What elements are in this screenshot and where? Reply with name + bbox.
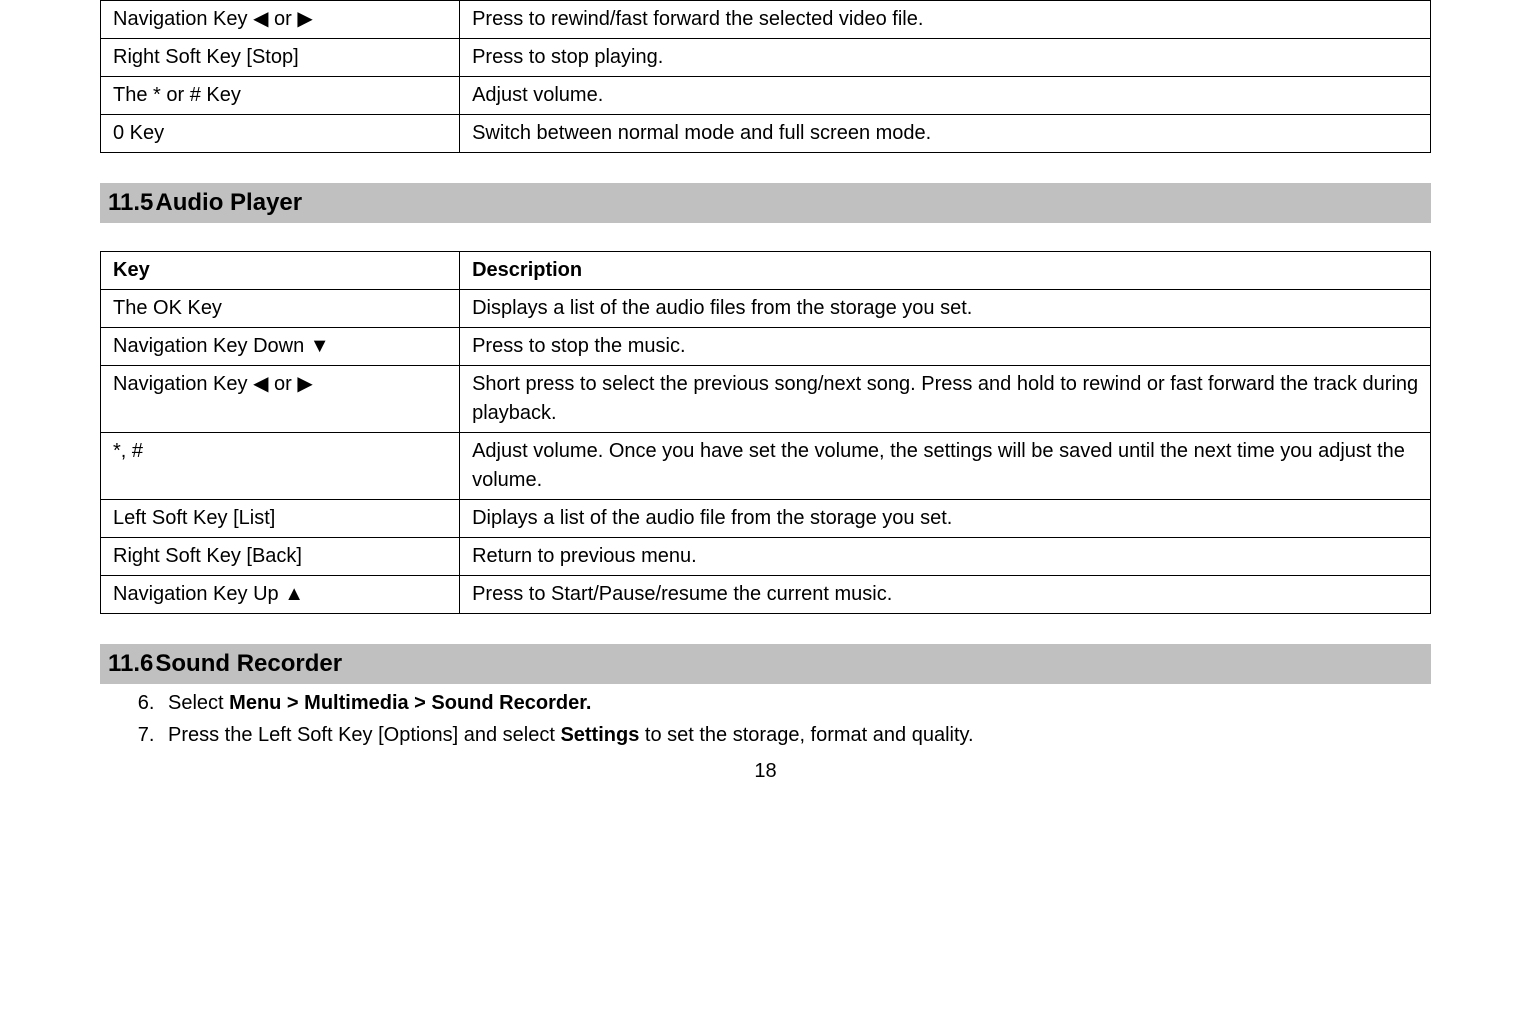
- key-cell: Navigation Key ◀ or ▶: [101, 366, 460, 433]
- desc-cell: Short press to select the previous song/…: [460, 366, 1431, 433]
- step-text: Select: [168, 692, 229, 714]
- table-row: The * or # Key Adjust volume.: [101, 77, 1431, 115]
- table-row: Right Soft Key [Back] Return to previous…: [101, 538, 1431, 576]
- desc-cell: Adjust volume. Once you have set the vol…: [460, 433, 1431, 500]
- table-row: Navigation Key Up ▲ Press to Start/Pause…: [101, 576, 1431, 614]
- key-cell: Navigation Key ◀ or ▶: [101, 1, 460, 39]
- section-title: Sound Recorder: [155, 650, 342, 677]
- desc-cell: Displays a list of the audio files from …: [460, 290, 1431, 328]
- video-player-keys-table: Navigation Key ◀ or ▶ Press to rewind/fa…: [100, 0, 1431, 153]
- desc-cell: Adjust volume.: [460, 77, 1431, 115]
- sound-recorder-steps: Select Menu > Multimedia > Sound Recorde…: [100, 688, 1431, 750]
- table-row: Navigation Key Down ▼ Press to stop the …: [101, 328, 1431, 366]
- key-cell: The OK Key: [101, 290, 460, 328]
- desc-cell: Press to rewind/fast forward the selecte…: [460, 1, 1431, 39]
- key-cell: The * or # Key: [101, 77, 460, 115]
- key-cell: Right Soft Key [Back]: [101, 538, 460, 576]
- desc-cell: Press to stop the music.: [460, 328, 1431, 366]
- key-cell: *, #: [101, 433, 460, 500]
- section-heading-audio-player: 11.5Audio Player: [100, 183, 1431, 223]
- desc-cell: Switch between normal mode and full scre…: [460, 115, 1431, 153]
- desc-cell: Diplays a list of the audio file from th…: [460, 500, 1431, 538]
- table-row: *, # Adjust volume. Once you have set th…: [101, 433, 1431, 500]
- key-cell: 0 Key: [101, 115, 460, 153]
- table-row: Right Soft Key [Stop] Press to stop play…: [101, 39, 1431, 77]
- section-number: 11.5: [108, 189, 153, 216]
- table-row: Left Soft Key [List] Diplays a list of t…: [101, 500, 1431, 538]
- step-bold: Menu > Multimedia > Sound Recorder.: [229, 692, 591, 714]
- step-text: to set the storage, format and quality.: [639, 724, 973, 746]
- section-number: 11.6: [108, 650, 153, 677]
- header-key: Key: [101, 252, 460, 290]
- key-cell: Left Soft Key [List]: [101, 500, 460, 538]
- table-row: Navigation Key ◀ or ▶ Press to rewind/fa…: [101, 1, 1431, 39]
- header-desc: Description: [460, 252, 1431, 290]
- table-row: 0 Key Switch between normal mode and ful…: [101, 115, 1431, 153]
- audio-player-keys-table: Key Description The OK Key Displays a li…: [100, 251, 1431, 614]
- page-number: 18: [100, 760, 1431, 783]
- table-header-row: Key Description: [101, 252, 1431, 290]
- step-text: Press the Left Soft Key [Options] and se…: [168, 724, 560, 746]
- section-title: Audio Player: [155, 189, 302, 216]
- step-item: Press the Left Soft Key [Options] and se…: [160, 720, 1431, 750]
- desc-cell: Press to stop playing.: [460, 39, 1431, 77]
- key-cell: Navigation Key Down ▼: [101, 328, 460, 366]
- table-row: The OK Key Displays a list of the audio …: [101, 290, 1431, 328]
- desc-cell: Return to previous menu.: [460, 538, 1431, 576]
- desc-cell: Press to Start/Pause/resume the current …: [460, 576, 1431, 614]
- section-heading-sound-recorder: 11.6Sound Recorder: [100, 644, 1431, 684]
- key-cell: Navigation Key Up ▲: [101, 576, 460, 614]
- step-item: Select Menu > Multimedia > Sound Recorde…: [160, 688, 1431, 718]
- table-row: Navigation Key ◀ or ▶ Short press to sel…: [101, 366, 1431, 433]
- step-bold: Settings: [560, 724, 639, 746]
- key-cell: Right Soft Key [Stop]: [101, 39, 460, 77]
